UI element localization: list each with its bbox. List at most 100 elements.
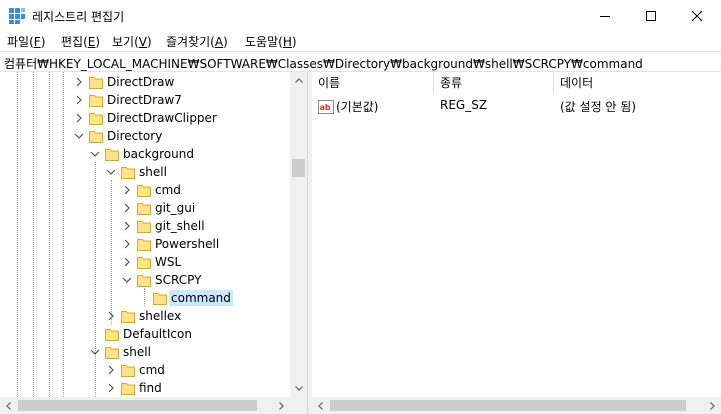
svg-text:ab: ab: [320, 103, 331, 112]
tree-node[interactable]: git_shell: [0, 217, 290, 235]
tree-node[interactable]: DirectDraw7: [0, 91, 290, 109]
tree-node[interactable]: shell: [0, 163, 290, 181]
menu-file[interactable]: 파일(F): [7, 33, 45, 50]
minimize-button[interactable]: [582, 0, 628, 31]
tree-node-label: cmd: [139, 363, 165, 377]
tree-node[interactable]: shell: [0, 343, 290, 361]
folder-icon: [153, 293, 167, 305]
scroll-right-button[interactable]: [704, 397, 721, 414]
title-bar: 레지스트리 편집기: [0, 0, 721, 31]
tree-node-label: WSL: [155, 255, 182, 269]
tree-node[interactable]: background: [0, 145, 290, 163]
values-list-pane[interactable]: 이름 종류 데이터 ab (기본값) REG_SZ (값 설정 안 됨): [312, 72, 721, 414]
scroll-left-button[interactable]: [312, 397, 329, 414]
tree-node-label: shellex: [139, 309, 182, 323]
chevron-right-icon: [279, 401, 284, 410]
folder-icon: [89, 131, 103, 143]
chevron-down-icon[interactable]: [89, 148, 101, 160]
table-row[interactable]: ab (기본값) REG_SZ (값 설정 안 됨): [312, 96, 721, 116]
tree-node-label: DirectDraw7: [107, 93, 182, 107]
tree-node[interactable]: DirectDrawClipper: [0, 109, 290, 127]
scroll-down-button[interactable]: [290, 380, 307, 397]
tree-node[interactable]: cmd: [0, 361, 290, 379]
tree-node-label: Directory: [107, 129, 163, 143]
tree-node[interactable]: shellex: [0, 307, 290, 325]
folder-icon: [105, 149, 119, 161]
chevron-left-icon: [6, 401, 11, 410]
chevron-right-icon[interactable]: [121, 220, 133, 232]
scroll-left-button[interactable]: [0, 397, 17, 414]
folder-icon: [105, 347, 119, 359]
tree-node-label: shell: [123, 345, 151, 359]
tree-node[interactable]: Directory: [0, 127, 290, 145]
menu-favorites[interactable]: 즐겨찾기(A): [166, 33, 228, 50]
chevron-right-icon[interactable]: [121, 184, 133, 196]
folder-icon: [137, 239, 151, 251]
tree-node-label: background: [123, 147, 194, 161]
tree-node[interactable]: command: [0, 289, 290, 307]
menu-view[interactable]: 보기(V): [112, 33, 152, 50]
tree-horizontal-scrollbar[interactable]: [0, 397, 307, 414]
folder-icon: [137, 257, 151, 269]
chevron-right-icon[interactable]: [73, 94, 85, 106]
folder-icon: [137, 275, 151, 287]
list-header: 이름 종류 데이터: [312, 72, 721, 94]
chevron-down-icon[interactable]: [89, 346, 101, 358]
key-tree-pane[interactable]: DirectDraw DirectDraw7 DirectDrawClipper Di…: [0, 72, 308, 414]
tree-node[interactable]: cmd: [0, 181, 290, 199]
tree-node[interactable]: SCRCPY: [0, 271, 290, 289]
chevron-left-icon: [318, 401, 323, 410]
tree-node[interactable]: git_gui: [0, 199, 290, 217]
folder-icon: [89, 113, 103, 125]
minimize-icon: [600, 15, 610, 17]
tree-node[interactable]: DirectDraw: [0, 73, 290, 91]
scroll-right-button[interactable]: [273, 397, 290, 414]
menu-help[interactable]: 도움말(H): [245, 33, 297, 50]
tree-node-label: DefaultIcon: [123, 327, 192, 341]
address-bar[interactable]: 컴퓨터₩HKEY_LOCAL_MACHINE₩SOFTWARE₩Classes₩…: [0, 51, 721, 72]
value-type: REG_SZ: [440, 98, 488, 112]
column-header-type[interactable]: 종류: [434, 72, 554, 94]
scroll-thumb[interactable]: [292, 159, 305, 177]
chevron-right-icon[interactable]: [105, 310, 117, 322]
tree-vertical-scrollbar[interactable]: [290, 72, 307, 397]
column-header-name[interactable]: 이름: [312, 72, 434, 94]
scroll-thumb[interactable]: [330, 400, 686, 411]
tree-node[interactable]: DefaultIcon: [0, 325, 290, 343]
chevron-right-icon[interactable]: [121, 256, 133, 268]
maximize-icon: [646, 10, 656, 21]
tree-node[interactable]: find: [0, 379, 290, 397]
tree-node-label: cmd: [155, 183, 181, 197]
menu-edit[interactable]: 편집(E): [61, 33, 100, 50]
chevron-right-icon: [710, 401, 715, 410]
string-value-icon: ab: [318, 100, 334, 114]
maximize-button[interactable]: [628, 0, 674, 31]
folder-icon: [137, 185, 151, 197]
tree-node[interactable]: WSL: [0, 253, 290, 271]
chevron-down-icon[interactable]: [73, 130, 85, 142]
chevron-right-icon[interactable]: [105, 364, 117, 376]
tree-node[interactable]: Powershell: [0, 235, 290, 253]
tree-node-label: DirectDraw: [107, 75, 175, 89]
tree-node-label: shell: [139, 165, 167, 179]
address-path[interactable]: 컴퓨터₩HKEY_LOCAL_MACHINE₩SOFTWARE₩Classes₩…: [4, 55, 643, 72]
registry-editor-icon: [9, 8, 25, 24]
tree-node-label: command: [169, 290, 233, 306]
chevron-down-icon[interactable]: [105, 166, 117, 178]
close-icon: [692, 10, 702, 21]
list-horizontal-scrollbar[interactable]: [312, 397, 721, 414]
folder-icon: [89, 95, 103, 107]
column-header-data[interactable]: 데이터: [554, 72, 721, 94]
chevron-right-icon[interactable]: [121, 238, 133, 250]
chevron-right-icon[interactable]: [105, 382, 117, 394]
tree-node-label: git_gui: [155, 201, 196, 215]
close-button[interactable]: [674, 0, 720, 31]
scroll-thumb[interactable]: [18, 400, 257, 411]
chevron-right-icon[interactable]: [73, 112, 85, 124]
chevron-down-icon[interactable]: [121, 274, 133, 286]
chevron-right-icon[interactable]: [73, 76, 85, 88]
chevron-right-icon[interactable]: [121, 202, 133, 214]
folder-icon: [121, 167, 135, 179]
scroll-up-button[interactable]: [290, 72, 307, 89]
value-name: (기본값): [336, 100, 379, 114]
